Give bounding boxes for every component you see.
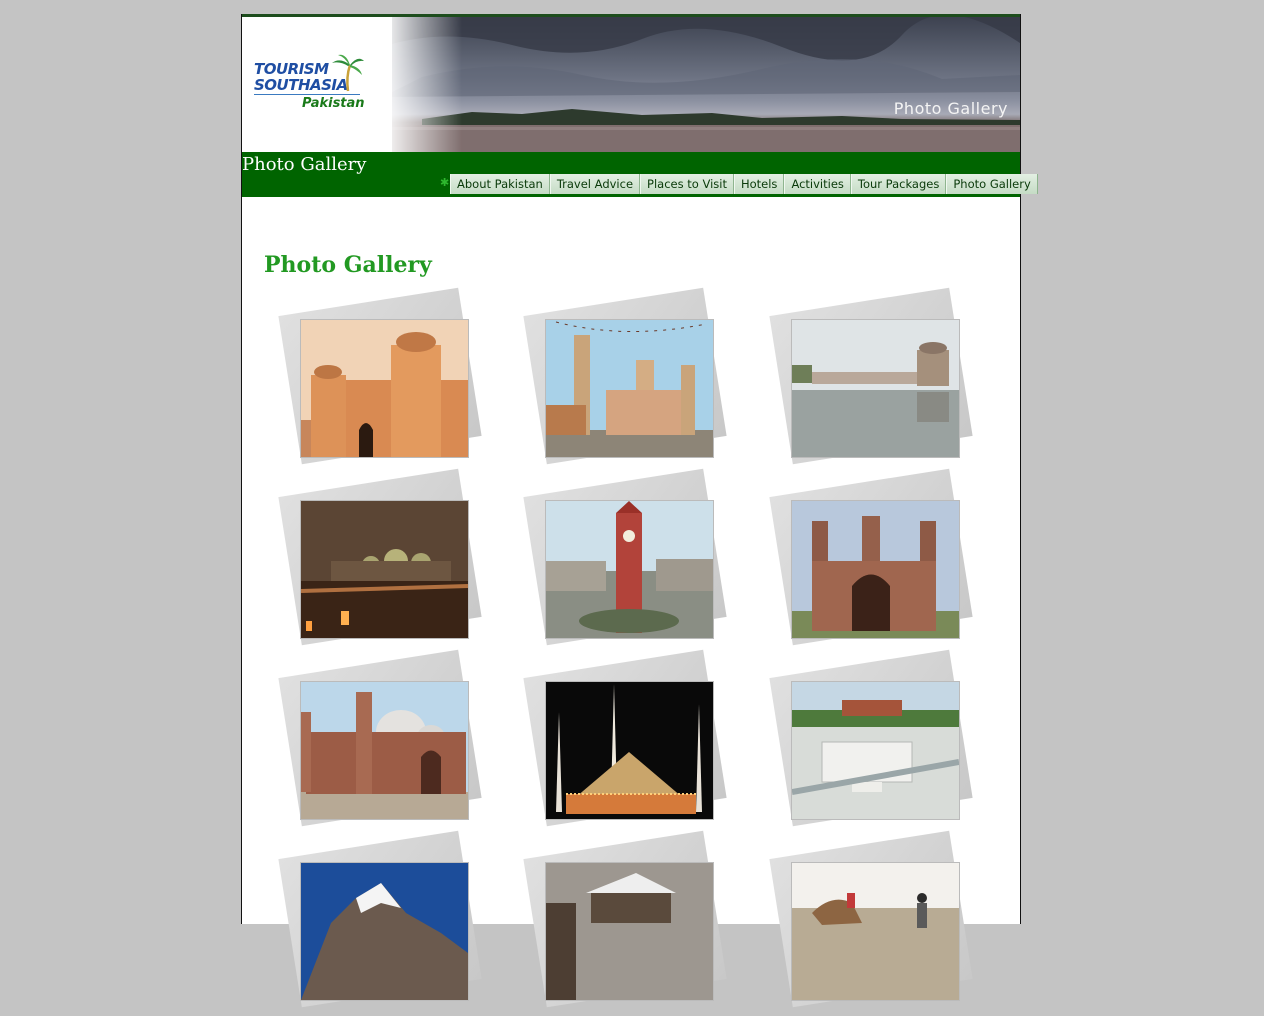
section-title: Photo Gallery	[242, 154, 367, 175]
main-nav: About Pakistan Travel Advice Places to V…	[450, 174, 1038, 194]
mosque-photo[interactable]	[545, 319, 714, 458]
mountain-photo[interactable]	[300, 862, 469, 1001]
gallery-tile[interactable]	[523, 468, 730, 654]
palm-tree-icon	[332, 54, 364, 92]
faisal-mosque-photo[interactable]	[545, 681, 714, 820]
banner-caption: Photo Gallery	[893, 99, 1008, 118]
nav-travel-advice[interactable]: Travel Advice	[549, 174, 641, 194]
nav-activities[interactable]: Activities	[784, 174, 851, 194]
nav-bullet-icon: ✱	[440, 176, 450, 189]
gallery-tile[interactable]	[278, 649, 485, 835]
gallery-tile[interactable]	[769, 830, 976, 1016]
gallery-tile[interactable]	[523, 830, 730, 1016]
site-logo[interactable]: TOURISM SOUTHASIA Pakistan	[242, 17, 392, 152]
clock-tower-photo[interactable]	[545, 500, 714, 639]
page-heading: Photo Gallery	[264, 252, 432, 278]
nav-hotels[interactable]: Hotels	[733, 174, 785, 194]
logo-text-pakistan: Pakistan	[302, 96, 365, 111]
gallery-tile[interactable]	[278, 287, 485, 473]
gallery-tile[interactable]	[769, 287, 976, 473]
gallery-tile[interactable]	[278, 468, 485, 654]
nav-tour-packages[interactable]: Tour Packages	[850, 174, 947, 194]
fort-photo[interactable]	[300, 319, 469, 458]
water-palace-photo[interactable]	[791, 319, 960, 458]
gallery-tile[interactable]	[769, 649, 976, 835]
banner-sky-image	[382, 17, 1020, 152]
night-mosque-photo[interactable]	[300, 500, 469, 639]
banner-fade	[382, 17, 462, 152]
header-banner: TOURISM SOUTHASIA Pakistan Photo Gallery	[242, 17, 1020, 152]
snow-village-photo[interactable]	[545, 862, 714, 1001]
nav-about-pakistan[interactable]: About Pakistan	[450, 174, 550, 194]
gallery-tile[interactable]	[278, 830, 485, 1016]
title-nav-bar: Photo Gallery ✱ About Pakistan Travel Ad…	[242, 152, 1038, 197]
gallery-tile[interactable]	[769, 468, 976, 654]
nav-photo-gallery[interactable]: Photo Gallery	[946, 174, 1038, 194]
chauburji-photo[interactable]	[791, 500, 960, 639]
camel-photo[interactable]	[791, 862, 960, 1001]
nav-places-to-visit[interactable]: Places to Visit	[640, 174, 734, 194]
marble-pavilion-photo[interactable]	[791, 681, 960, 820]
logo-underline	[254, 94, 360, 95]
gallery-tile[interactable]	[523, 649, 730, 835]
badshahi-mosque-photo[interactable]	[300, 681, 469, 820]
page-container: TOURISM SOUTHASIA Pakistan Photo Gallery…	[241, 14, 1038, 1008]
gallery-tile[interactable]	[523, 287, 730, 473]
